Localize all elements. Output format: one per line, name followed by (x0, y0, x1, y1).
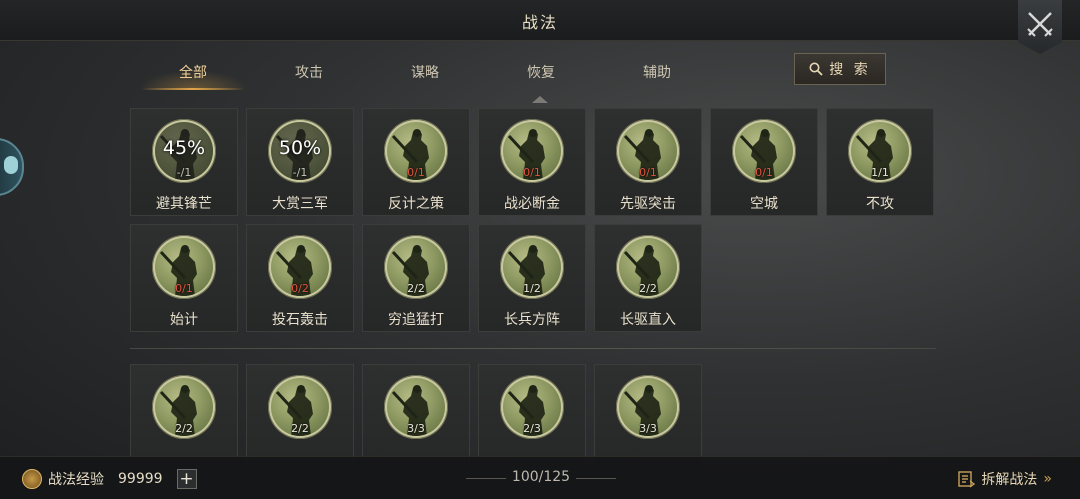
search-button[interactable]: 搜 索 (794, 53, 886, 85)
tactic-count: 0/1 (175, 282, 193, 295)
tactic-portrait-icon: 50% -/1 (268, 119, 332, 183)
tactic-count: 1/2 (523, 282, 541, 295)
section-divider (130, 348, 936, 349)
tactic-progress: 45% (162, 137, 206, 159)
tactic-name: 不攻 (866, 196, 894, 212)
tactic-count: 0/1 (755, 166, 773, 179)
drawer-icon (4, 156, 18, 174)
tactic-card[interactable]: 2/2 长驱直入 (594, 224, 702, 332)
decompose-label: 拆解战法 (981, 472, 1038, 488)
tactic-count: -/1 (176, 166, 192, 179)
tactic-name: 长驱直入 (620, 312, 676, 328)
tab-attack[interactable]: 攻击 (254, 58, 364, 90)
tactic-name: 空城 (750, 196, 778, 212)
page-title: 战法 (521, 13, 558, 32)
tactic-name: 避其锋芒 (156, 196, 212, 212)
tactic-count: 0/2 (291, 282, 309, 295)
tactic-portrait-icon: 3/3 (384, 375, 448, 439)
tactic-name: 先驱突击 (620, 196, 676, 212)
tactic-portrait-icon: 1/2 (500, 235, 564, 299)
tactic-portrait-icon: 1/1 (848, 119, 912, 183)
add-xp-button[interactable]: + (176, 469, 197, 489)
category-tabs: 全部 攻击 谋略 恢复 辅助 (138, 58, 778, 90)
bottom-bar: 战法经验 99999 + 100/125 拆解战法 » (0, 456, 1080, 499)
tactic-name: 战必断金 (504, 196, 560, 212)
tactic-progress: 50% (278, 137, 322, 159)
close-button[interactable] (1018, 0, 1062, 54)
tactic-name: 反计之策 (388, 196, 444, 212)
tactic-name: 穷追猛打 (388, 312, 444, 328)
tactic-portrait-icon: 0/1 (616, 119, 680, 183)
tab-all[interactable]: 全部 (138, 58, 248, 90)
tactic-portrait-icon: 2/3 (500, 375, 564, 439)
tactic-card[interactable]: 0/1 战必断金 (478, 108, 586, 216)
tactic-portrait-icon: 2/2 (268, 375, 332, 439)
tab-support[interactable]: 辅助 (602, 58, 712, 90)
search-label: 搜 索 (829, 62, 871, 78)
decompose-tactic-button[interactable]: 拆解战法 » (957, 469, 1052, 489)
tactic-name: 长兵方阵 (504, 312, 560, 328)
tactic-portrait-icon: 3/3 (616, 375, 680, 439)
tactic-card[interactable]: 50% -/1 大赏三军 (246, 108, 354, 216)
tactic-portrait-icon: 0/1 (732, 119, 796, 183)
tactic-card[interactable]: 1/1 不攻 (826, 108, 934, 216)
tactic-count: 1/1 (871, 166, 889, 179)
tactic-card[interactable]: 0/1 始计 (130, 224, 238, 332)
tactic-count: 2/2 (639, 282, 657, 295)
tactic-portrait-icon: 2/2 (384, 235, 448, 299)
tactic-portrait-icon: 2/2 (152, 375, 216, 439)
tactic-count: -/1 (292, 166, 308, 179)
tactic-count: 0/1 (407, 166, 425, 179)
tactic-count: 2/3 (523, 422, 541, 435)
tactic-count: 3/3 (639, 422, 657, 435)
tactic-count: 2/2 (291, 422, 309, 435)
tab-recovery[interactable]: 恢复 (486, 58, 596, 90)
tactic-card[interactable]: 2/2 穷追猛打 (362, 224, 470, 332)
search-icon (809, 62, 823, 76)
tactic-capacity: 100/125 (466, 469, 616, 485)
tactic-count: 0/1 (523, 166, 541, 179)
tactic-portrait-icon: 45% -/1 (152, 119, 216, 183)
tactic-count: 2/2 (175, 422, 193, 435)
tactic-card[interactable]: 45% -/1 避其锋芒 (130, 108, 238, 216)
tactic-card[interactable]: 0/2 投石轰击 (246, 224, 354, 332)
tactic-card[interactable]: 0/1 空城 (710, 108, 818, 216)
tactic-xp: 战法经验 99999 + (22, 469, 197, 489)
tactic-name: 始计 (170, 312, 198, 328)
tactic-count: 3/3 (407, 422, 425, 435)
tactic-card[interactable]: 1/2 长兵方阵 (478, 224, 586, 332)
tactic-portrait-icon: 0/2 (268, 235, 332, 299)
side-drawer-handle[interactable] (0, 138, 24, 196)
crossed-swords-icon (1027, 12, 1053, 37)
tab-strategy[interactable]: 谋略 (370, 58, 480, 90)
xp-coin-icon (22, 469, 42, 489)
tactic-name: 投石轰击 (272, 312, 328, 328)
tactic-count: 0/1 (639, 166, 657, 179)
tactic-card[interactable]: 0/1 反计之策 (362, 108, 470, 216)
list-icon (958, 471, 976, 488)
top-bar: 战法 (0, 0, 1080, 41)
tactic-portrait-icon: 2/2 (616, 235, 680, 299)
tactic-card[interactable]: 0/1 先驱突击 (594, 108, 702, 216)
decompose-arrow: » (1043, 471, 1052, 487)
tactic-portrait-icon: 0/1 (152, 235, 216, 299)
tactic-portrait-icon: 0/1 (384, 119, 448, 183)
xp-label: 战法经验 (48, 472, 104, 488)
xp-value: 99999 (118, 471, 163, 487)
tactic-portrait-icon: 0/1 (500, 119, 564, 183)
tactic-count: 2/2 (407, 282, 425, 295)
tactic-name: 大赏三军 (272, 196, 328, 212)
filter-caret-icon (532, 96, 548, 103)
